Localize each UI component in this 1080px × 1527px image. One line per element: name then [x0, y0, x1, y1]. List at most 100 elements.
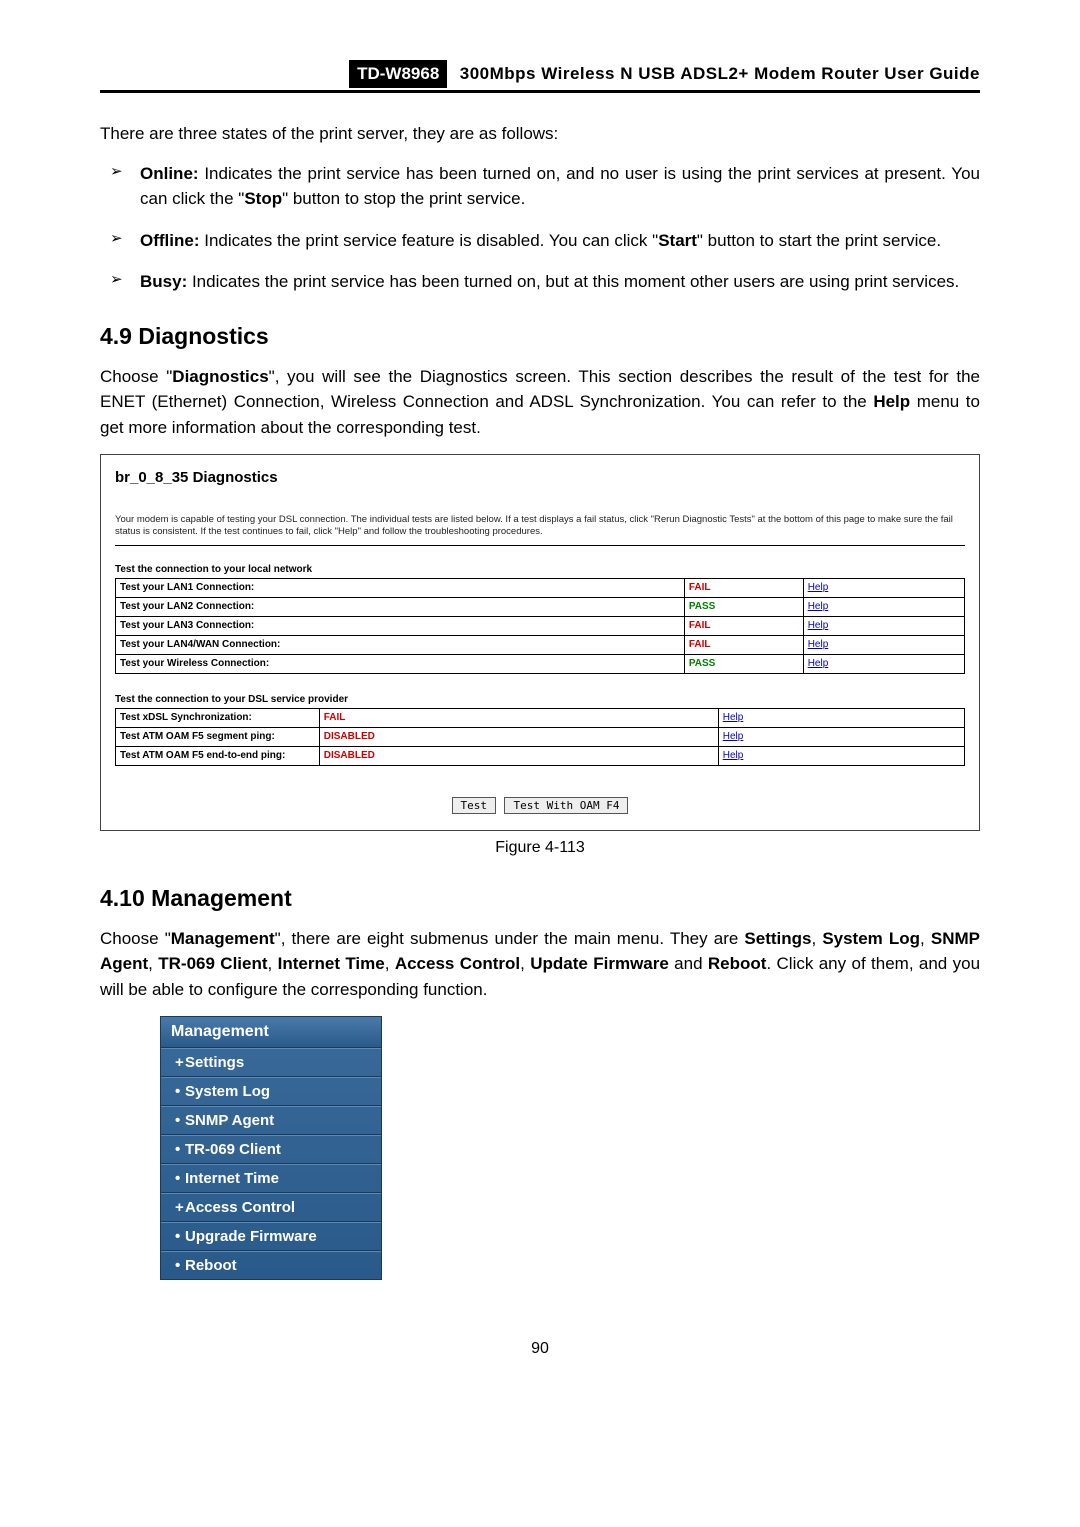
section-4-10-heading: 4.10 Management [100, 885, 980, 912]
test-status: PASS [684, 654, 803, 673]
diagnostics-screenshot: br_0_8_35 Diagnostics Your modem is capa… [100, 454, 980, 831]
txt: Choose " [100, 367, 172, 386]
test-status: FAIL [684, 578, 803, 597]
state-label: Offline: [140, 231, 200, 250]
test-status: PASS [684, 597, 803, 616]
mgmt-header: Management [161, 1017, 381, 1048]
diag-title: br_0_8_35 Diagnostics [115, 469, 965, 486]
txt-bold: Diagnostics [172, 367, 268, 386]
mgmt-item-internet-time[interactable]: •Internet Time [161, 1164, 381, 1193]
mgmt-label: System Log [185, 1083, 270, 1100]
states-list: Online: Indicates the print service has … [100, 161, 980, 295]
bullet-icon: • [175, 1228, 185, 1245]
product-title: 300Mbps Wireless N USB ADSL2+ Modem Rout… [452, 60, 980, 88]
management-menu: Management +Settings •System Log •SNMP A… [160, 1016, 382, 1280]
help-link[interactable]: Help [808, 582, 829, 593]
start-word: Start [658, 231, 697, 250]
help-link[interactable]: Help [808, 620, 829, 631]
divider [115, 545, 965, 546]
txt: and [669, 954, 708, 973]
test-name: Test your LAN1 Connection: [116, 578, 685, 597]
mgmt-item-snmp-agent[interactable]: •SNMP Agent [161, 1106, 381, 1135]
table-row: Test ATM OAM F5 segment ping: DISABLED H… [116, 727, 965, 746]
test-status: DISABLED [319, 727, 718, 746]
mgmt-item-upgrade-firmware[interactable]: •Upgrade Firmware [161, 1222, 381, 1251]
test-name: Test your LAN3 Connection: [116, 616, 685, 635]
intro-paragraph: There are three states of the print serv… [100, 121, 980, 147]
mgmt-label: SNMP Agent [185, 1112, 274, 1129]
txt-bold: Help [873, 392, 910, 411]
figure-caption: Figure 4-113 [100, 839, 980, 857]
mgmt-item-tr069-client[interactable]: •TR-069 Client [161, 1135, 381, 1164]
txt: Choose " [100, 929, 171, 948]
bullet-icon: • [175, 1257, 185, 1274]
state-desc-b: " button to stop the print service. [282, 189, 525, 208]
txt-bold: Internet Time [278, 954, 385, 973]
bullet-icon: • [175, 1141, 185, 1158]
state-desc: Indicates the print service feature is d… [200, 231, 659, 250]
expand-icon: + [175, 1054, 185, 1071]
test-name: Test your LAN4/WAN Connection: [116, 635, 685, 654]
txt: , [385, 954, 395, 973]
bullet-icon: • [175, 1112, 185, 1129]
help-link[interactable]: Help [723, 712, 744, 723]
test-status: FAIL [319, 708, 718, 727]
mgmt-label: Access Control [185, 1199, 295, 1216]
test-name: Test xDSL Synchronization: [116, 708, 320, 727]
help-link[interactable]: Help [808, 601, 829, 612]
bullet-icon: • [175, 1170, 185, 1187]
txt-bold: Management [171, 929, 275, 948]
state-label: Busy: [140, 272, 187, 291]
table-row: Test your LAN2 Connection: PASS Help [116, 597, 965, 616]
table-row: Test your Wireless Connection: PASS Help [116, 654, 965, 673]
bullet-icon: • [175, 1083, 185, 1100]
page-number: 90 [100, 1340, 980, 1358]
test-status: FAIL [684, 616, 803, 635]
state-online: Online: Indicates the print service has … [100, 161, 980, 212]
diag-desc: Your modem is capable of testing your DS… [115, 514, 965, 539]
txt-bold: Access Control [395, 954, 520, 973]
state-label: Online: [140, 164, 199, 183]
table-row: Test xDSL Synchronization: FAIL Help [116, 708, 965, 727]
txt: , [520, 954, 530, 973]
txt-bold: TR-069 Client [158, 954, 267, 973]
sec49-paragraph: Choose "Diagnostics", you will see the D… [100, 364, 980, 441]
help-link[interactable]: Help [723, 750, 744, 761]
mgmt-label: Settings [185, 1054, 244, 1071]
mgmt-label: Internet Time [185, 1170, 279, 1187]
help-link[interactable]: Help [808, 658, 829, 669]
mgmt-label: Reboot [185, 1257, 237, 1274]
txt-bold: Reboot [708, 954, 767, 973]
state-busy: Busy: Indicates the print service has be… [100, 269, 980, 295]
state-desc: Indicates the print service has been tur… [187, 272, 959, 291]
help-link[interactable]: Help [723, 731, 744, 742]
txt-bold: System Log [822, 929, 920, 948]
diag-sub2: Test the connection to your DSL service … [115, 694, 965, 705]
test-button[interactable]: Test [452, 797, 497, 814]
mgmt-item-access-control[interactable]: +Access Control [161, 1193, 381, 1222]
test-name: Test ATM OAM F5 segment ping: [116, 727, 320, 746]
diag-table-local: Test your LAN1 Connection: FAIL Help Tes… [115, 578, 965, 674]
diag-sub1: Test the connection to your local networ… [115, 564, 965, 575]
table-row: Test your LAN4/WAN Connection: FAIL Help [116, 635, 965, 654]
test-status: DISABLED [319, 746, 718, 765]
txt: , [920, 929, 931, 948]
test-with-oam-f4-button[interactable]: Test With OAM F4 [504, 797, 628, 814]
mgmt-label: TR-069 Client [185, 1141, 281, 1158]
txt-bold: Update Firmware [530, 954, 669, 973]
test-name: Test ATM OAM F5 end-to-end ping: [116, 746, 320, 765]
state-offline: Offline: Indicates the print service fea… [100, 228, 980, 254]
stop-word: Stop [244, 189, 282, 208]
test-name: Test your Wireless Connection: [116, 654, 685, 673]
txt: , [268, 954, 278, 973]
diag-table-dsl: Test xDSL Synchronization: FAIL Help Tes… [115, 708, 965, 766]
mgmt-item-settings[interactable]: +Settings [161, 1048, 381, 1077]
table-row: Test your LAN1 Connection: FAIL Help [116, 578, 965, 597]
model-badge: TD-W8968 [349, 60, 447, 88]
expand-icon: + [175, 1199, 185, 1216]
mgmt-item-system-log[interactable]: •System Log [161, 1077, 381, 1106]
mgmt-item-reboot[interactable]: •Reboot [161, 1251, 381, 1279]
help-link[interactable]: Help [808, 639, 829, 650]
mgmt-label: Upgrade Firmware [185, 1228, 317, 1245]
txt: , [148, 954, 158, 973]
